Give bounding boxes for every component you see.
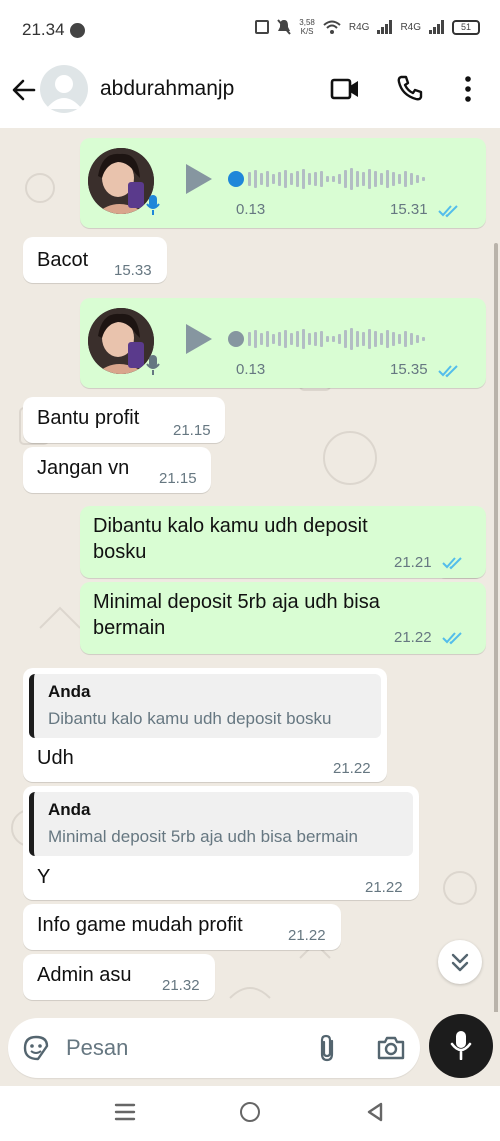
quoted-message[interactable]: Anda Dibantu kalo kamu udh deposit bosku: [29, 674, 381, 738]
read-ticks-icon: [438, 365, 458, 378]
message-incoming[interactable]: Bacot 15.33: [23, 237, 167, 283]
play-icon[interactable]: [186, 164, 212, 194]
signal-icon: [377, 20, 393, 34]
message-incoming[interactable]: Admin asu 21.32: [23, 954, 215, 1000]
composer-bar: Pesan: [0, 1012, 500, 1086]
play-icon[interactable]: [186, 324, 212, 354]
status-time: 21.34: [22, 20, 65, 39]
quote-author: Anda: [48, 682, 91, 701]
message-text-line1: Dibantu kalo kamu udh deposit: [93, 515, 368, 537]
default-avatar-icon: [46, 75, 82, 109]
message-input[interactable]: Pesan: [66, 1035, 128, 1061]
signal-icon: [429, 20, 444, 34]
status-indicators: 3,58 K/S R4G R4G 51: [255, 18, 480, 36]
message-incoming[interactable]: Bantu profit 21.15: [23, 397, 225, 443]
voice-record-button[interactable]: [429, 1014, 493, 1078]
message-text: Bantu profit: [37, 407, 140, 429]
home-icon[interactable]: [240, 1102, 260, 1122]
avatar[interactable]: [40, 65, 88, 113]
voice-duration: 0.13: [236, 361, 266, 378]
battery-icon: 51: [452, 19, 480, 35]
chat-scrollbar[interactable]: [494, 243, 498, 1012]
message-time: 21.22: [333, 760, 371, 777]
network-speed-value: 3,58: [299, 18, 315, 27]
message-incoming[interactable]: Info game mudah profit 21.22: [23, 904, 341, 950]
mute-bell-icon: [277, 19, 292, 35]
recent-apps-icon[interactable]: [114, 1102, 136, 1122]
voice-message-outgoing[interactable]: 0.13 15.35: [80, 298, 486, 388]
reply-message-incoming[interactable]: Anda Dibantu kalo kamu udh deposit bosku…: [23, 668, 387, 782]
more-vert-icon[interactable]: [460, 74, 476, 104]
network-speed: 3,58 K/S: [299, 18, 315, 36]
status-bar: 21.34 3,58 K/S R4G R4G 51: [0, 0, 500, 62]
message-text: Jangan vn: [37, 457, 130, 479]
mic-icon: [146, 355, 160, 375]
read-ticks-icon: [442, 557, 462, 570]
chevron-double-down-icon: [451, 953, 469, 972]
quoted-message[interactable]: Anda Minimal deposit 5rb aja udh bisa be…: [29, 792, 413, 856]
message-text: Bacot: [37, 249, 89, 271]
voice-seek-handle[interactable]: [228, 331, 244, 347]
camera-icon[interactable]: [376, 1035, 406, 1061]
quote-text: Minimal deposit 5rb aja udh bisa bermain: [48, 827, 358, 846]
quote-author: Anda: [48, 800, 91, 819]
chat-header: abdurahmanjp: [0, 62, 500, 128]
message-input-container[interactable]: Pesan: [8, 1018, 420, 1078]
message-outgoing[interactable]: Minimal deposit 5rb aja udh bisa bermain…: [80, 582, 486, 654]
system-nav-bar: [0, 1086, 500, 1141]
message-time: 21.15: [173, 422, 211, 439]
message-text: Admin asu: [37, 964, 132, 986]
mic-icon: [146, 195, 160, 215]
quote-text: Dibantu kalo kamu udh deposit bosku: [48, 709, 332, 728]
phone-call-icon[interactable]: [396, 74, 424, 102]
voice-duration: 0.13: [236, 201, 266, 218]
read-ticks-icon: [438, 205, 458, 218]
attach-icon[interactable]: [316, 1033, 338, 1063]
sticker-icon[interactable]: [22, 1034, 50, 1062]
message-time: 21.15: [159, 470, 197, 487]
message-time: 15.33: [114, 262, 152, 279]
voice-sender-avatar: [88, 308, 154, 374]
message-outgoing[interactable]: Dibantu kalo kamu udh deposit bosku 21.2…: [80, 506, 486, 578]
message-text-line1: Minimal deposit 5rb aja udh bisa: [93, 591, 380, 613]
message-time: 21.32: [162, 977, 200, 994]
message-text: Udh: [37, 747, 74, 769]
telegram-notification-icon: [70, 23, 85, 38]
message-time: 21.21: [394, 554, 432, 571]
voice-message-outgoing[interactable]: 0.13 15.31: [80, 138, 486, 228]
wifi-icon: [323, 20, 341, 34]
message-time: 15.35: [390, 361, 428, 378]
sender-photo: [88, 148, 154, 214]
battery-level: 51: [460, 21, 471, 32]
read-ticks-icon: [442, 632, 462, 645]
message-incoming[interactable]: Jangan vn 21.15: [23, 447, 211, 493]
contact-name[interactable]: abdurahmanjp: [100, 77, 234, 101]
voice-sender-avatar: [88, 148, 154, 214]
sim2-label: R4G: [400, 21, 421, 33]
video-call-icon[interactable]: [330, 76, 360, 102]
network-speed-unit: K/S: [300, 27, 314, 36]
mic-icon: [450, 1031, 472, 1060]
chat-area[interactable]: 0.13 15.31 Bacot 15.33 0.13 15.35 Bantu …: [0, 128, 500, 1012]
message-text-line2: bosku: [93, 541, 147, 563]
scroll-to-bottom-button[interactable]: [438, 940, 482, 984]
sender-photo: [88, 308, 154, 374]
message-time: 21.22: [365, 879, 403, 896]
sim1-label: R4G: [348, 21, 370, 33]
voice-waveform[interactable]: [248, 167, 425, 191]
voice-seek-handle[interactable]: [228, 171, 244, 187]
voice-waveform[interactable]: [248, 327, 425, 351]
back-arrow-icon[interactable]: [10, 76, 38, 104]
nfc-icon: [255, 20, 270, 34]
message-time: 21.22: [288, 927, 326, 944]
message-text: Y: [37, 866, 51, 888]
message-text-line2: bermain: [93, 617, 166, 639]
message-time: 21.22: [394, 629, 432, 646]
message-time: 15.31: [390, 201, 428, 218]
message-text: Info game mudah profit: [37, 914, 243, 936]
reply-message-incoming[interactable]: Anda Minimal deposit 5rb aja udh bisa be…: [23, 786, 419, 900]
nav-back-icon[interactable]: [366, 1102, 384, 1122]
